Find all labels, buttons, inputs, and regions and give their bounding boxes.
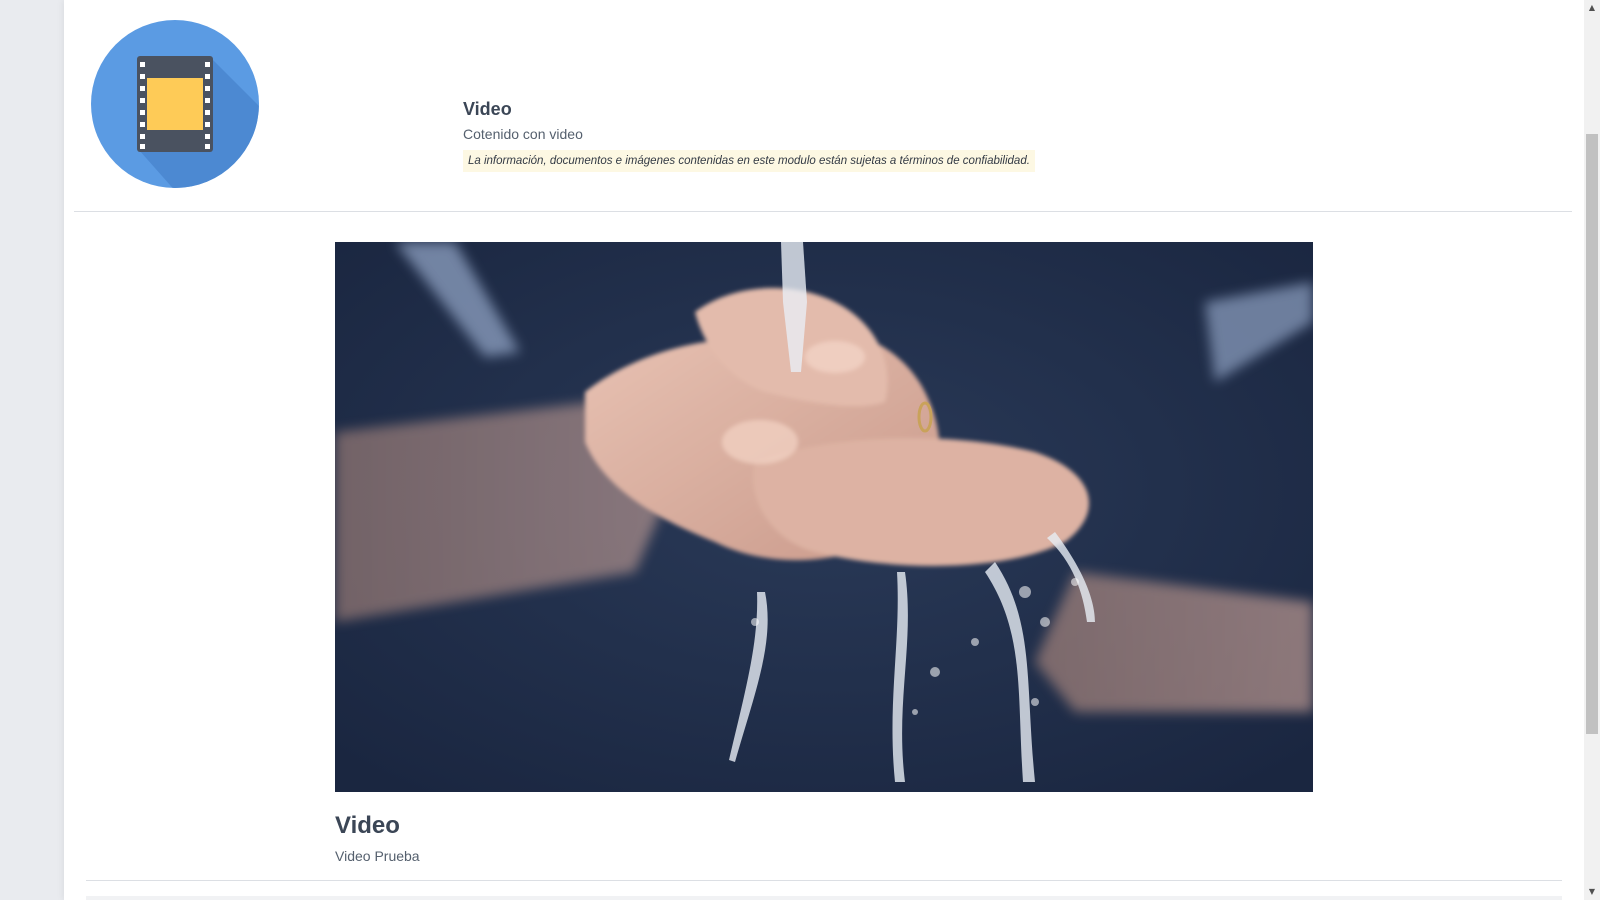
next-section-edge [86, 896, 1562, 900]
header-divider [74, 211, 1572, 212]
video-player[interactable] [335, 242, 1313, 792]
content-card: Video Cotenido con video La información,… [64, 0, 1584, 900]
hand-washing-video-frame [335, 242, 1313, 792]
video-title: Video [335, 812, 400, 839]
module-title: Video [463, 99, 512, 119]
video-caption: Video Prueba [335, 848, 420, 864]
left-gutter [0, 0, 64, 900]
confidentiality-notice: La información, documentos e imágenes co… [463, 150, 1035, 172]
module-subtitle: Cotenido con video [463, 126, 583, 142]
film-strip-icon [91, 20, 259, 188]
scroll-down-arrow-icon[interactable]: ▼ [1584, 884, 1600, 900]
module-header: Video Cotenido con video La información,… [463, 99, 1035, 172]
scroll-thumb[interactable] [1586, 134, 1598, 734]
video-divider [86, 880, 1562, 881]
vertical-scrollbar[interactable]: ▲ ▼ [1584, 0, 1600, 900]
scroll-up-arrow-icon[interactable]: ▲ [1584, 0, 1600, 16]
